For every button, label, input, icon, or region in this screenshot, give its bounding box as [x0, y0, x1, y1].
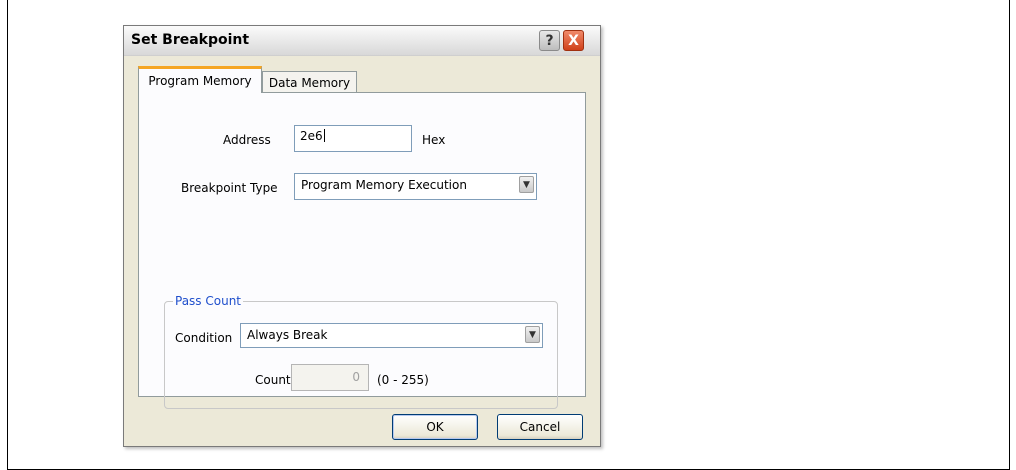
- cancel-label: Cancel: [519, 420, 561, 434]
- title-bar[interactable]: Set Breakpoint ? X: [124, 26, 600, 56]
- tab-label: Program Memory: [148, 74, 252, 88]
- chevron-down-icon[interactable]: ▼: [519, 176, 534, 193]
- help-button[interactable]: ?: [539, 30, 560, 51]
- tab-program-memory[interactable]: Program Memory: [138, 66, 262, 93]
- address-value: 2e6: [300, 129, 323, 143]
- program-memory-panel: Address 2e6 Hex Breakpoint Type Program …: [138, 92, 586, 409]
- hex-unit-label: Hex: [422, 133, 446, 147]
- breakpoint-type-select[interactable]: Program Memory Execution ▼: [294, 173, 537, 200]
- condition-label: Condition: [175, 331, 233, 345]
- breakpoint-type-value: Program Memory Execution: [301, 178, 467, 192]
- condition-value: Always Break: [247, 328, 328, 342]
- chevron-down-icon[interactable]: ▼: [525, 326, 540, 343]
- pass-count-title: Pass Count: [173, 294, 244, 308]
- set-breakpoint-dialog: Set Breakpoint ? X Program Memory Data M…: [123, 25, 601, 447]
- count-range-label: (0 - 255): [377, 373, 429, 387]
- address-input[interactable]: 2e6: [294, 125, 412, 152]
- text-caret: [323, 129, 325, 142]
- dialog-title: Set Breakpoint: [131, 32, 250, 48]
- breakpoint-type-label: Breakpoint Type: [181, 181, 278, 195]
- help-icon: ?: [545, 32, 554, 49]
- count-value: 0: [352, 370, 360, 384]
- address-label: Address: [223, 133, 271, 147]
- count-label: Count: [255, 373, 291, 387]
- ok-button[interactable]: OK: [392, 414, 478, 440]
- count-input[interactable]: 0: [291, 364, 369, 391]
- tab-data-memory[interactable]: Data Memory: [262, 71, 357, 93]
- pass-count-group: [164, 301, 558, 409]
- ok-label: OK: [426, 420, 444, 434]
- close-icon: X: [568, 32, 579, 49]
- close-button[interactable]: X: [563, 30, 584, 51]
- cancel-button[interactable]: Cancel: [497, 414, 583, 440]
- tab-label: Data Memory: [268, 75, 351, 90]
- condition-select[interactable]: Always Break ▼: [240, 323, 543, 348]
